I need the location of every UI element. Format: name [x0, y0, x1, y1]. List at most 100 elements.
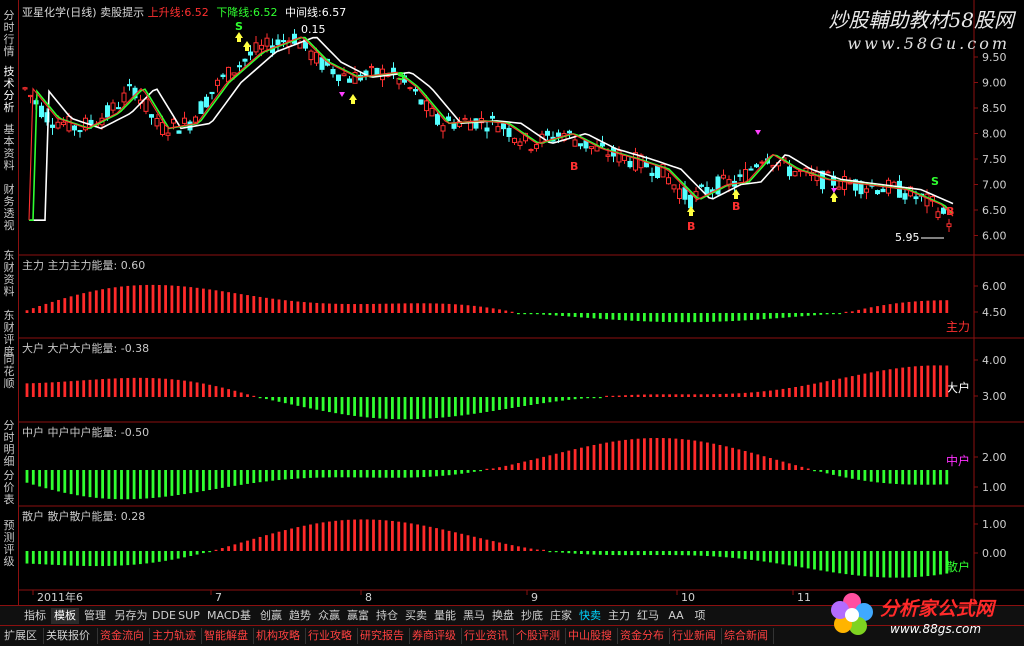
tab-18[interactable]: 快卖 [576, 608, 604, 624]
bottom-item-4[interactable]: 智能解盘 [202, 628, 254, 644]
bottom-item-3[interactable]: 主力轨迹 [150, 628, 202, 644]
tab-2[interactable]: 管理 [80, 608, 110, 624]
candle [237, 65, 242, 68]
energy-bar [57, 381, 60, 397]
bottom-item-1[interactable]: 关联报价 [44, 628, 98, 644]
tab-4[interactable]: DDE [152, 608, 176, 624]
energy-bar [447, 530, 451, 551]
energy-bar [372, 470, 375, 478]
energy-bar [813, 313, 816, 316]
panel-name: 中户 [22, 426, 44, 439]
candle [308, 50, 314, 61]
energy-bar [113, 378, 117, 397]
energy-bar [44, 303, 48, 313]
energy-bar [265, 470, 268, 482]
indicator-name: 卖股提示 [100, 6, 145, 19]
tab-13[interactable]: 量能 [431, 608, 459, 624]
tab-19[interactable]: 主力 [605, 608, 633, 624]
candle [902, 193, 908, 200]
energy-bar [762, 551, 766, 562]
sidebar-item-1[interactable]: 技术分析 [1, 66, 17, 114]
tab-6[interactable]: MACD基本 [202, 608, 256, 638]
energy-bar [447, 303, 451, 313]
candle [50, 124, 55, 128]
tab-20[interactable]: 红马 [634, 608, 662, 624]
energy-bar [315, 397, 319, 410]
bottom-item-12[interactable]: 资金分布 [618, 628, 670, 644]
energy-bar [113, 551, 117, 566]
energy-bar [246, 540, 249, 551]
candle [110, 102, 116, 111]
energy-bar [718, 551, 722, 557]
sidebar-item-8[interactable]: 分价表 [1, 470, 17, 506]
tab-5[interactable]: SUP [177, 608, 201, 624]
sidebar-item-6[interactable]: 同花顺 [1, 354, 17, 390]
energy-bar [353, 519, 356, 551]
bottom-item-5[interactable]: 机构攻略 [254, 628, 306, 644]
candle [154, 117, 160, 127]
bottom-item-2[interactable]: 资金流向 [98, 628, 150, 644]
tab-15[interactable]: 换盘 [489, 608, 517, 624]
candle [77, 130, 83, 133]
up-line-label: 上升线: [147, 6, 185, 19]
tab-16[interactable]: 抄底 [518, 608, 546, 624]
tab-21[interactable]: AA [663, 608, 689, 624]
sidebar-item-4[interactable]: 东财资料 [1, 250, 17, 298]
candle [314, 51, 319, 64]
bottom-item-9[interactable]: 行业资讯 [462, 628, 514, 644]
energy-bar [447, 397, 451, 417]
energy-bar [655, 313, 659, 322]
energy-bar [794, 386, 797, 397]
bottom-item-8[interactable]: 券商评级 [410, 628, 462, 644]
tab-9[interactable]: 众赢 [315, 608, 343, 624]
tab-3[interactable]: 另存为 [111, 608, 151, 624]
tab-22[interactable]: 项 [690, 608, 710, 624]
sidebar-item-0[interactable]: 分时行情 [1, 10, 17, 58]
energy-bar [145, 284, 149, 313]
energy-bar [750, 452, 753, 470]
tab-14[interactable]: 黑马 [460, 608, 488, 624]
sidebar-item-9[interactable]: 预测评级 [1, 520, 17, 568]
sidebar-item-3[interactable]: 财务透视 [1, 184, 17, 232]
energy-bar [554, 313, 558, 316]
tab-0[interactable]: 指标 [20, 608, 50, 624]
bottom-item-13[interactable]: 行业新闻 [670, 628, 722, 644]
candle [924, 193, 930, 207]
tab-17[interactable]: 庄家 [547, 608, 575, 624]
energy-bar [863, 373, 867, 397]
energy-bar [290, 528, 293, 551]
bottom-item-0[interactable]: 扩展区 [2, 628, 44, 644]
bottom-item-7[interactable]: 研究报告 [358, 628, 410, 644]
sidebar-item-2[interactable]: 基本资料 [1, 124, 17, 172]
tab-8[interactable]: 趋势 [286, 608, 314, 624]
bottom-item-11[interactable]: 中山股搜 [566, 628, 618, 644]
candle [462, 118, 468, 121]
energy-bar [819, 470, 823, 472]
energy-bar [510, 464, 514, 470]
bottom-item-10[interactable]: 个股评测 [514, 628, 566, 644]
energy-bar [869, 551, 873, 577]
energy-bar [573, 313, 577, 317]
energy-bar [598, 551, 602, 555]
energy-bar [863, 308, 867, 313]
energy-bar [372, 397, 375, 418]
energy-bar [69, 551, 73, 566]
energy-bar [554, 453, 558, 470]
tab-7[interactable]: 创赢 [257, 608, 285, 624]
bottom-item-6[interactable]: 行业攻略 [306, 628, 358, 644]
energy-bar [302, 397, 306, 408]
tab-12[interactable]: 买卖 [402, 608, 430, 624]
tab-1[interactable]: 模板 [51, 608, 79, 624]
energy-bar [479, 306, 482, 313]
energy-bar [561, 452, 564, 470]
bottom-item-14[interactable]: 综合新闻 [722, 628, 774, 644]
sidebar-item-7[interactable]: 分时明细 [1, 420, 17, 468]
energy-bar [668, 438, 671, 470]
energy-bar [580, 551, 583, 555]
tab-10[interactable]: 赢富 [344, 608, 372, 624]
energy-bar [258, 296, 262, 313]
panel-energy-label: 中户能量: [69, 426, 118, 439]
sidebar-item-5[interactable]: 东财评度 [1, 310, 17, 358]
energy-bar [422, 303, 426, 313]
tab-11[interactable]: 持仓 [373, 608, 401, 624]
